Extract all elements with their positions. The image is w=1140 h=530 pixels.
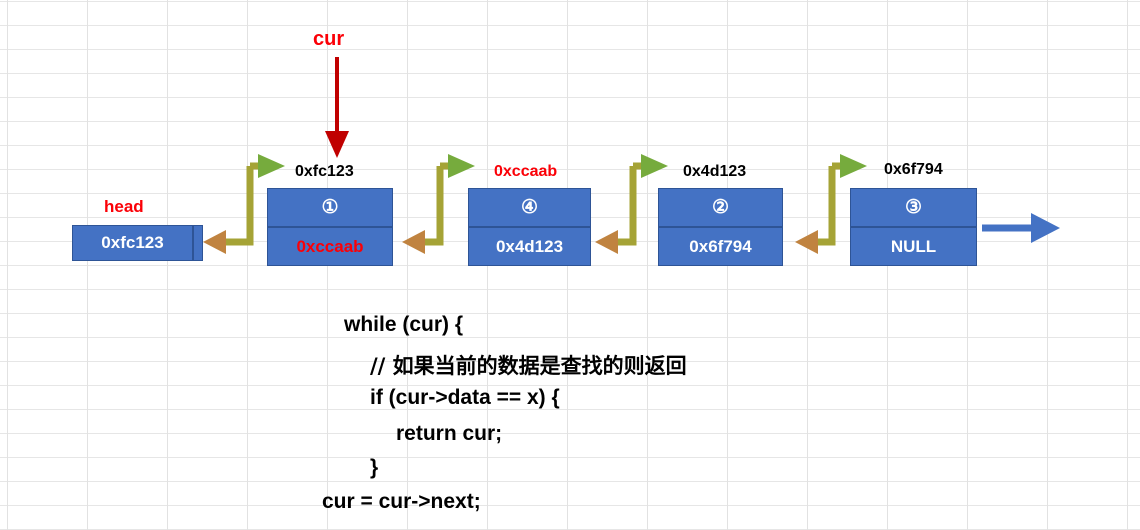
node-index-4: ③: [851, 189, 976, 228]
node-address-label-1: 0xfc123: [295, 163, 354, 180]
code-line-5: }: [370, 456, 379, 479]
node-address-label-3: 0x4d123: [683, 163, 747, 180]
code-line-4: return cur;: [396, 422, 503, 445]
head-pointer-stub: [192, 226, 202, 260]
tail-arrow: [982, 213, 1060, 243]
node-next-3: 0x6f794: [689, 236, 752, 256]
node-address-label-4: 0x6f794: [884, 161, 943, 178]
node-next-1: 0xccaab: [296, 236, 364, 256]
code-line-6: cur = cur->next;: [322, 490, 481, 513]
list-node-3[interactable]: ② 0x6f794: [658, 188, 783, 266]
node-next-2: 0x4d123: [495, 236, 564, 256]
head-label: head: [104, 197, 144, 216]
link-connector-2: [402, 154, 475, 254]
cur-pointer-arrow: [325, 57, 349, 158]
head-pointer-box[interactable]: 0xfc123: [72, 225, 203, 261]
node-index-1: ①: [268, 189, 392, 228]
node-address-label-2: 0xccaab: [494, 163, 558, 180]
code-line-2: // 如果当前的数据是查找的则返回: [370, 354, 687, 378]
node-index-3: ②: [659, 189, 782, 228]
diagram-canvas: cur head 0xfc123 0xfc123 ① 0xccaab 0xcca…: [0, 0, 1140, 530]
node-index-2: ④: [469, 189, 590, 228]
head-pointer-value: 0xfc123: [101, 233, 164, 252]
list-node-2[interactable]: ④ 0x4d123: [468, 188, 591, 266]
list-node-1[interactable]: ① 0xccaab: [267, 188, 393, 266]
cur-marker-label: cur: [313, 28, 345, 50]
code-line-3: if (cur->data == x) {: [370, 386, 560, 409]
node-next-4: NULL: [890, 236, 937, 256]
code-line-1: while (cur) {: [344, 313, 464, 336]
list-node-4[interactable]: ③ NULL: [850, 188, 977, 266]
